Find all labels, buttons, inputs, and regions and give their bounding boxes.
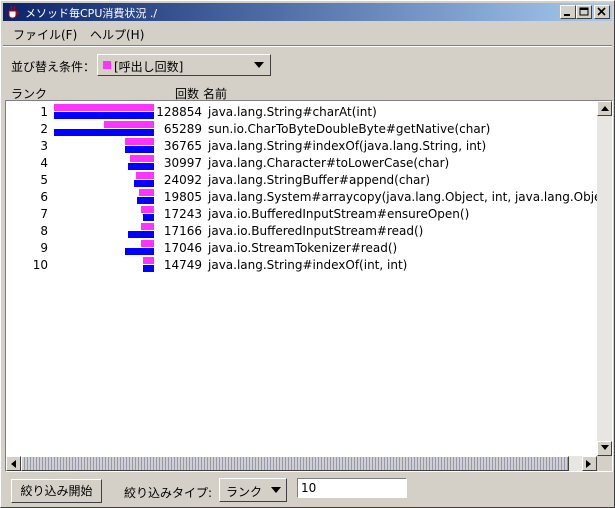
usage-bar-blue	[137, 197, 154, 204]
table-row[interactable]: 9 17046 java.io.StreamTokenizer#read()	[6, 239, 596, 256]
row-rank: 1	[40, 105, 48, 119]
row-method-name: java.io.BufferedInputStream#ensureOpen()	[208, 207, 470, 221]
usage-bar-blue	[125, 248, 154, 255]
row-rank: 8	[40, 224, 48, 238]
column-header: ランク 回数 名前	[3, 84, 612, 101]
table-row[interactable]: 3 36765 java.lang.String#indexOf(java.lang…	[6, 137, 596, 154]
dropdown-arrow-icon	[271, 487, 281, 493]
usage-bar-magenta	[141, 223, 154, 230]
arrow-down-icon	[601, 445, 609, 450]
row-count: 24092	[163, 173, 202, 187]
minimize-icon	[564, 14, 570, 16]
table-row[interactable]: 7 17243 java.io.BufferedInputStream#ensure…	[6, 205, 596, 222]
scroll-up-button[interactable]	[597, 101, 612, 116]
usage-bar-blue	[128, 231, 154, 238]
close-icon	[597, 7, 606, 16]
row-method-name: java.lang.String#indexOf(int, int)	[208, 258, 408, 272]
arrow-up-icon	[601, 106, 609, 111]
row-count: 19805	[163, 190, 202, 204]
row-count: 17166	[163, 224, 202, 238]
usage-bar-magenta	[104, 121, 154, 128]
menu-help[interactable]: ヘルプ(H)	[90, 26, 144, 43]
usage-bar-magenta	[136, 172, 154, 179]
row-rank: 5	[40, 173, 48, 187]
row-method-name: java.lang.System#arraycopy(java.lang.Obj…	[208, 190, 613, 204]
table-row[interactable]: 5 24092 java.lang.StringBuffer#append(char…	[6, 171, 596, 188]
row-method-name: java.io.StreamTokenizer#read()	[208, 241, 398, 255]
usage-bar-magenta	[141, 206, 154, 213]
usage-bar-blue	[134, 180, 154, 187]
window-title: メソッド毎CPU消費状況 ./	[25, 7, 158, 20]
row-count: 17046	[163, 241, 202, 255]
usage-bar-magenta	[143, 257, 154, 264]
row-count: 36765	[163, 139, 202, 153]
arrow-left-icon	[11, 460, 16, 468]
row-method-name: sun.io.CharToByteDoubleByte#getNative(ch…	[208, 122, 491, 136]
row-rank: 6	[40, 190, 48, 204]
sort-label: 並び替え条件：	[11, 60, 96, 74]
maximize-button[interactable]	[576, 5, 592, 19]
horizontal-scrollbar[interactable]	[6, 456, 597, 471]
usage-bar-magenta	[139, 189, 154, 196]
row-rank: 7	[40, 207, 48, 221]
filter-count-input[interactable]	[297, 478, 407, 498]
sort-dropdown-value: [呼出し回数]	[114, 60, 184, 74]
menu-separator	[3, 45, 612, 47]
row-count: 30997	[163, 156, 202, 170]
vertical-scrollbar[interactable]	[597, 101, 612, 456]
dropdown-arrow-icon	[254, 62, 264, 68]
usage-bar-magenta	[141, 240, 154, 247]
row-rank: 4	[40, 156, 48, 170]
start-filter-button[interactable]: 絞り込み開始	[11, 479, 102, 503]
java-cup-icon	[8, 5, 19, 19]
row-count: 14749	[163, 258, 202, 272]
arrow-right-icon	[586, 460, 591, 468]
sort-color-swatch	[103, 61, 111, 69]
usage-bar-blue	[128, 163, 154, 170]
sort-dropdown[interactable]: [呼出し回数]	[97, 54, 271, 76]
scroll-down-button[interactable]	[597, 441, 612, 456]
usage-bar-magenta	[54, 104, 154, 111]
usage-bar-blue	[54, 129, 154, 136]
main-window: メソッド毎CPU消費状況 ./ ファイル(F) ヘルプ(H) 並び替え条件： […	[0, 0, 615, 508]
usage-bar-blue	[54, 112, 154, 119]
scroll-corner	[597, 456, 612, 471]
filter-type-label: 絞り込みタイプ:	[124, 486, 213, 500]
usage-bar-blue	[143, 214, 154, 221]
table-row[interactable]: 4 30997 java.lang.Character#toLowerCase(ch…	[6, 154, 596, 171]
usage-bar-blue	[125, 146, 154, 153]
row-method-name: java.lang.String#indexOf(java.lang.Strin…	[208, 139, 487, 153]
method-list[interactable]: 1 128854 java.lang.String#charAt(int) 2 6528…	[5, 100, 613, 472]
row-rank: 2	[40, 122, 48, 136]
row-method-name: java.lang.Character#toLowerCase(char)	[208, 156, 450, 170]
maximize-icon	[579, 7, 589, 16]
scroll-left-button[interactable]	[6, 456, 21, 471]
table-row[interactable]: 8 17166 java.io.BufferedInputStream#read()	[6, 222, 596, 239]
menu-file[interactable]: ファイル(F)	[13, 26, 77, 43]
table-row[interactable]: 1 128854 java.lang.String#charAt(int)	[6, 103, 596, 120]
row-method-name: java.lang.String#charAt(int)	[208, 105, 377, 119]
filter-type-value: ランク	[226, 485, 263, 499]
usage-bar-magenta	[125, 138, 154, 145]
row-rank: 9	[40, 241, 48, 255]
table-row[interactable]: 6 19805 java.lang.System#arraycopy(java.la…	[6, 188, 612, 205]
row-method-name: java.io.BufferedInputStream#read()	[208, 224, 424, 238]
horizontal-scroll-thumb[interactable]	[21, 456, 569, 471]
menu-bar: ファイル(F) ヘルプ(H)	[3, 23, 612, 43]
close-button[interactable]	[594, 5, 610, 19]
usage-bar-magenta	[130, 155, 154, 162]
filter-type-dropdown[interactable]: ランク	[219, 478, 287, 502]
minimize-button[interactable]	[560, 5, 576, 19]
row-count: 65289	[163, 122, 202, 136]
scroll-right-button[interactable]	[582, 456, 597, 471]
row-count: 128854	[156, 105, 202, 119]
row-count: 17243	[163, 207, 202, 221]
table-row[interactable]: 10 14749 java.lang.String#indexOf(int, int…	[6, 256, 596, 273]
table-row[interactable]: 2 65289 sun.io.CharToByteDoubleByte#getNat…	[6, 120, 596, 137]
title-bar[interactable]: メソッド毎CPU消費状況 ./	[3, 3, 612, 21]
row-rank: 3	[40, 139, 48, 153]
usage-bar-blue	[143, 265, 154, 272]
row-rank: 10	[32, 258, 48, 272]
row-method-name: java.lang.StringBuffer#append(char)	[208, 173, 431, 187]
